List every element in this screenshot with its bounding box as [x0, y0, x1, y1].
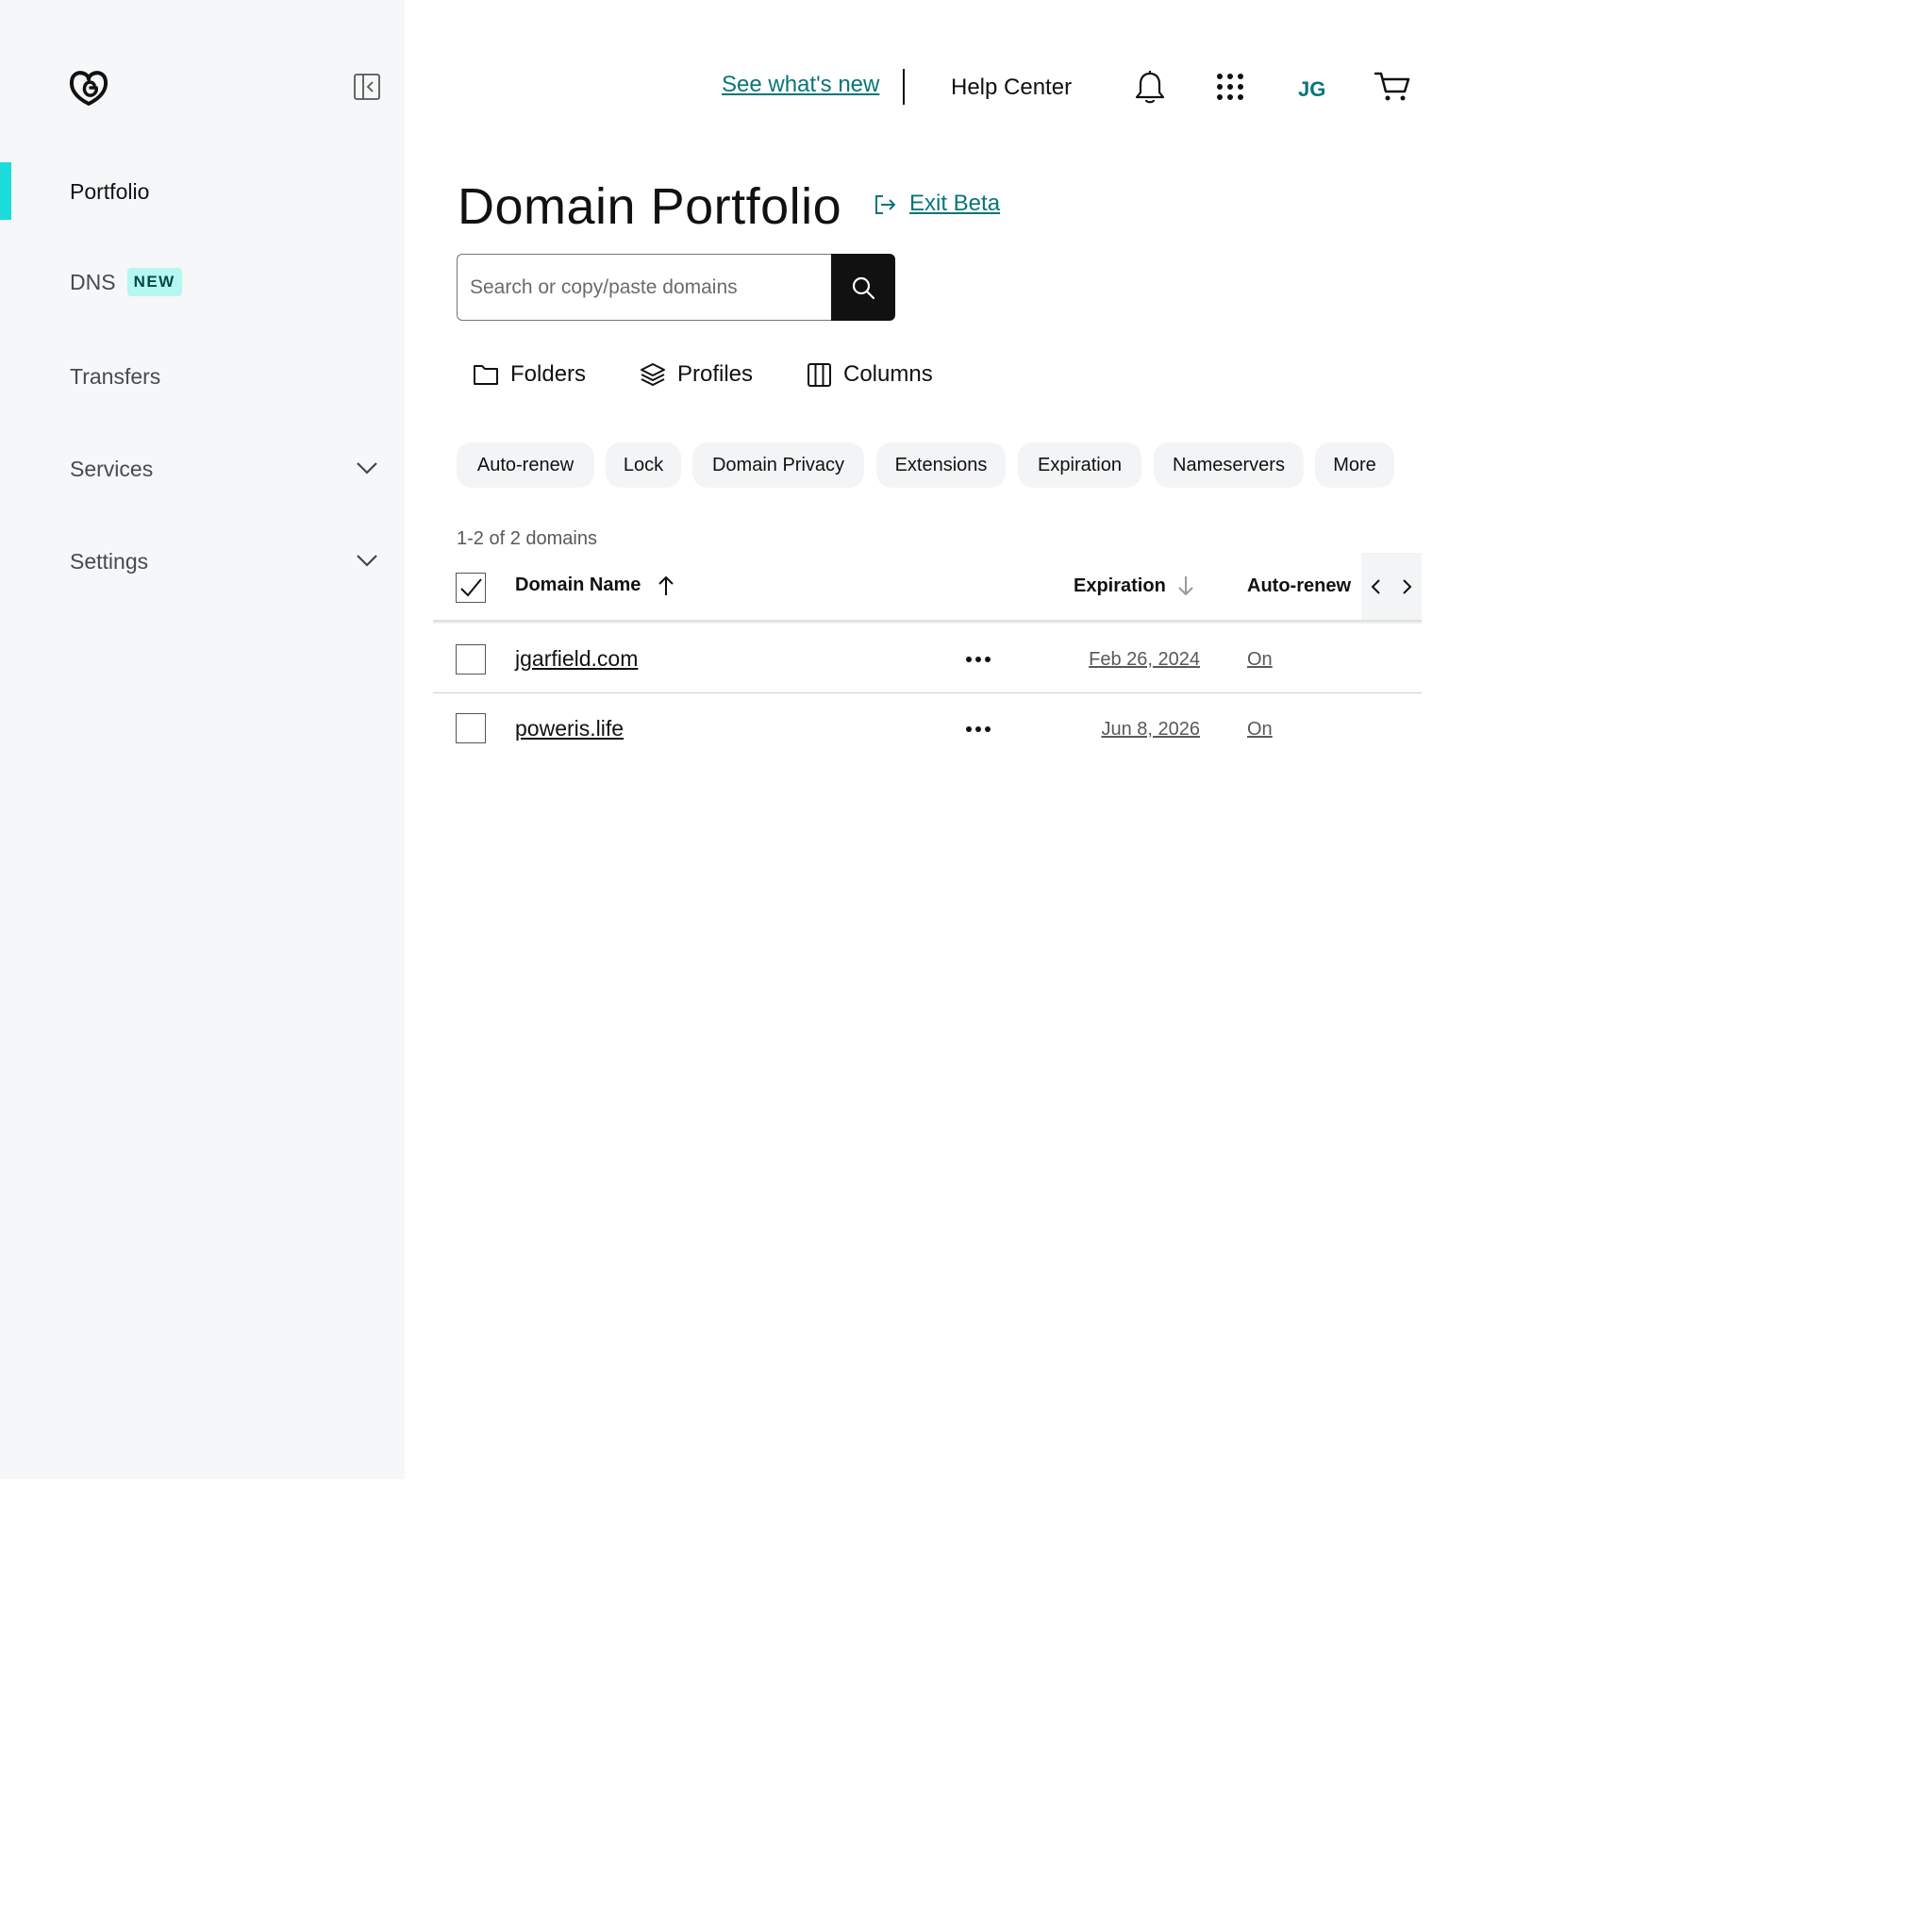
sidebar-item-services[interactable]: Services — [70, 457, 153, 482]
new-badge: NEW — [126, 268, 182, 296]
filter-chip-more[interactable]: More — [1315, 442, 1394, 488]
profiles-button[interactable]: Profiles — [640, 361, 753, 388]
folder-icon — [474, 365, 498, 385]
sidebar: Portfolio DNS NEW Transfers Services Set… — [0, 0, 405, 1479]
column-header-expiration[interactable]: Expiration — [1074, 575, 1166, 597]
row-divider — [433, 692, 1422, 693]
domain-count: 1-2 of 2 domains — [457, 528, 597, 549]
columns-label: Columns — [843, 361, 933, 387]
godaddy-logo-icon[interactable] — [68, 66, 109, 108]
auto-renew-status-link[interactable]: On — [1247, 649, 1273, 671]
active-nav-indicator — [0, 162, 11, 220]
search-icon — [852, 276, 875, 299]
help-center-link[interactable]: Help Center — [951, 75, 1072, 101]
cart-icon[interactable] — [1374, 70, 1411, 104]
row-checkbox[interactable] — [456, 644, 486, 675]
domain-link[interactable]: jgarfield.com — [515, 646, 638, 672]
arrow-up-icon[interactable] — [657, 575, 675, 597]
filter-chip-auto-renew[interactable]: Auto-renew — [457, 442, 594, 488]
columns-button[interactable]: Columns — [807, 361, 933, 388]
exit-icon[interactable] — [874, 193, 896, 216]
table-header-divider — [433, 620, 1422, 624]
arrow-down-icon[interactable] — [1176, 575, 1195, 597]
chevron-right-icon[interactable] — [1400, 577, 1413, 596]
expiration-date-link[interactable]: Feb 26, 2024 — [1089, 649, 1200, 671]
sidebar-collapse-icon[interactable] — [353, 73, 381, 101]
column-header-auto-renew[interactable]: Auto-renew — [1247, 575, 1351, 597]
sidebar-item-label: Services — [70, 457, 154, 481]
domain-link[interactable]: poweris.life — [515, 716, 624, 741]
sidebar-item-dns[interactable]: DNS NEW — [70, 268, 182, 296]
user-avatar[interactable]: JG — [1298, 77, 1325, 102]
sidebar-item-label: Settings — [70, 549, 149, 574]
chevron-down-icon[interactable] — [355, 459, 379, 476]
apps-grid-icon[interactable] — [1215, 72, 1245, 102]
folders-button[interactable]: Folders — [473, 361, 586, 388]
more-options-icon[interactable] — [964, 724, 992, 734]
sidebar-item-label: DNS — [70, 269, 116, 294]
domain-search-input[interactable] — [457, 254, 833, 321]
search-button[interactable] — [831, 254, 895, 321]
more-options-icon[interactable] — [964, 655, 992, 664]
header-divider — [903, 69, 905, 105]
auto-renew-status-link[interactable]: On — [1247, 719, 1273, 741]
filter-chip-domain-privacy[interactable]: Domain Privacy — [692, 442, 864, 488]
filter-chip-expiration[interactable]: Expiration — [1018, 442, 1141, 488]
sidebar-item-settings[interactable]: Settings — [70, 549, 148, 575]
filter-chip-extensions[interactable]: Extensions — [876, 442, 1006, 488]
layers-icon — [641, 363, 665, 386]
sidebar-item-label: Portfolio — [70, 179, 150, 204]
chevron-down-icon[interactable] — [355, 552, 379, 569]
sidebar-item-portfolio[interactable]: Portfolio — [70, 179, 149, 205]
check-icon — [460, 578, 482, 597]
exit-beta-link[interactable]: Exit Beta — [909, 191, 1000, 217]
columns-icon — [808, 362, 831, 387]
expiration-date-link[interactable]: Jun 8, 2026 — [1101, 719, 1200, 741]
sidebar-item-transfers[interactable]: Transfers — [70, 364, 160, 390]
page-title: Domain Portfolio — [458, 178, 842, 235]
chevron-left-icon[interactable] — [1370, 577, 1383, 596]
see-whats-new-link[interactable]: See what's new — [722, 72, 879, 98]
column-header-domain-name[interactable]: Domain Name — [515, 575, 641, 596]
column-scroll-nav — [1361, 553, 1422, 621]
profiles-label: Profiles — [677, 361, 754, 387]
filter-chip-lock[interactable]: Lock — [606, 442, 681, 488]
sidebar-item-label: Transfers — [70, 364, 161, 389]
bell-icon[interactable] — [1134, 70, 1166, 106]
filter-chip-nameservers[interactable]: Nameservers — [1154, 442, 1304, 488]
folders-label: Folders — [510, 361, 587, 387]
row-checkbox[interactable] — [456, 713, 486, 743]
select-all-checkbox[interactable] — [456, 573, 486, 603]
